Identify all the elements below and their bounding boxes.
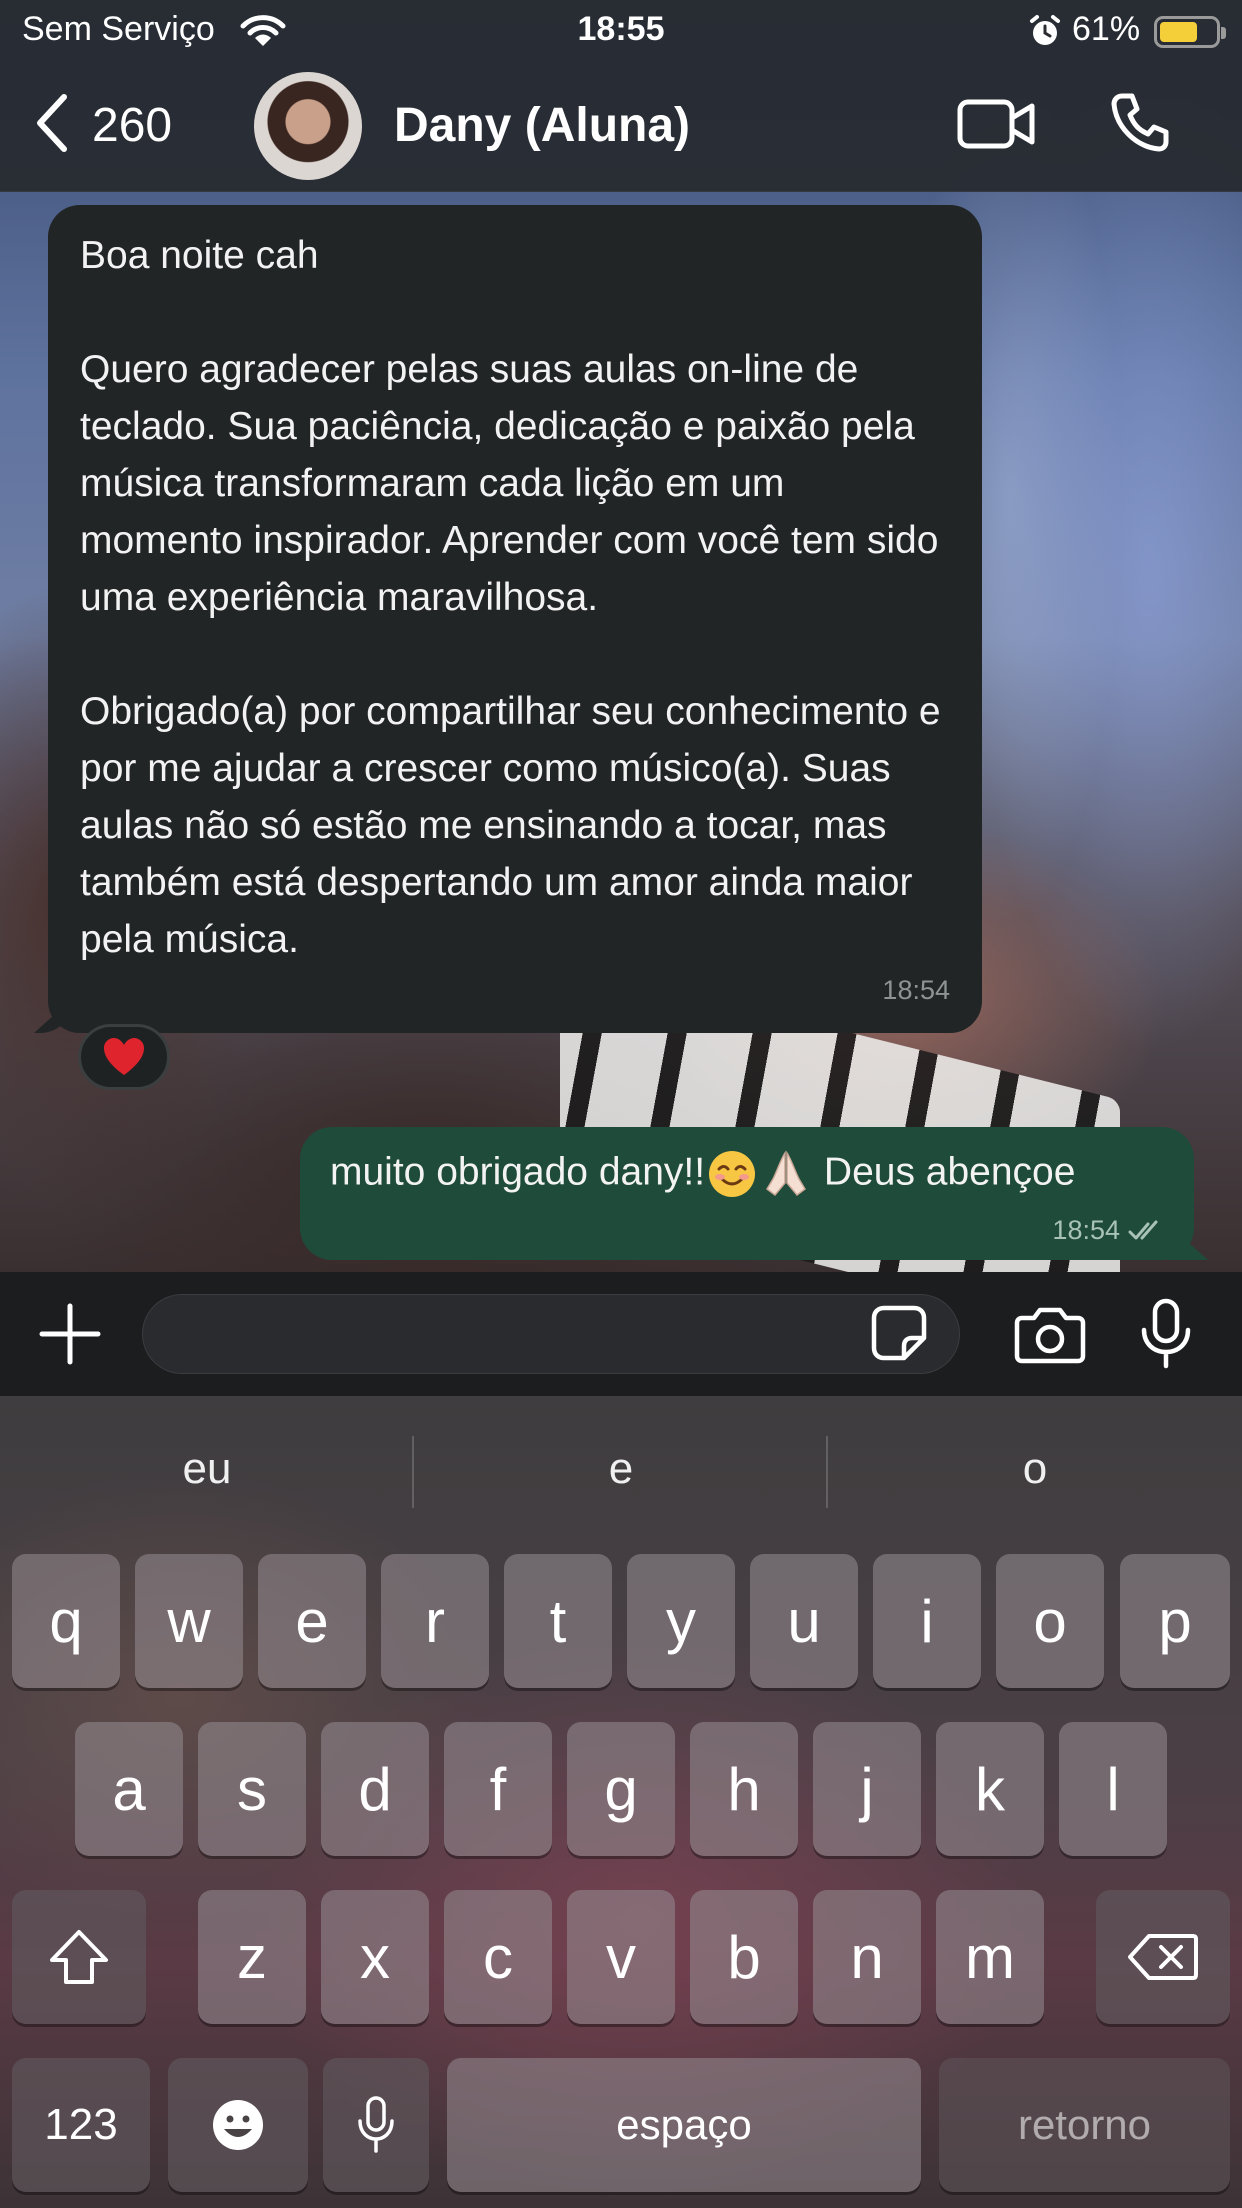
shift-icon [50, 1930, 108, 1984]
key-i[interactable]: i [873, 1554, 981, 1688]
voice-call-button[interactable] [1108, 90, 1172, 159]
key-k[interactable]: k [936, 1722, 1044, 1856]
message-text: muito obrigado dany!! [330, 1150, 706, 1194]
message-input-bar [0, 1272, 1242, 1396]
sticker-button[interactable] [870, 1304, 928, 1367]
message-paragraph: Boa noite cah [80, 234, 319, 277]
heart-reaction[interactable] [78, 1024, 170, 1090]
suggestion-item[interactable]: eu [0, 1444, 414, 1494]
back-button[interactable]: 260 [34, 90, 172, 160]
key-c[interactable]: c [444, 1890, 552, 2024]
emoji-key[interactable] [168, 2058, 308, 2192]
key-t[interactable]: t [504, 1554, 612, 1688]
key-m[interactable]: m [936, 1890, 1044, 2024]
dictation-key[interactable] [323, 2058, 429, 2192]
message-meta: 18:54 [1052, 1215, 1164, 1246]
alarm-icon [1028, 14, 1062, 53]
key-b[interactable]: b [690, 1890, 798, 2024]
key-u[interactable]: u [750, 1554, 858, 1688]
shift-key[interactable] [12, 1890, 146, 2024]
message-paragraph: Obrigado(a) por compartilhar seu conheci… [80, 690, 941, 961]
delete-key[interactable] [1096, 1890, 1230, 2024]
message-timestamp: 18:54 [1052, 1215, 1120, 1245]
read-check-icon [1128, 1220, 1158, 1239]
key-o[interactable]: o [996, 1554, 1104, 1688]
plus-icon [39, 1303, 101, 1365]
sticker-icon [871, 1305, 927, 1361]
suggestion-item[interactable]: e [414, 1444, 828, 1494]
keyboard: eu e o q w e r t y u i o p a s d f g h j… [0, 1396, 1242, 2208]
key-d[interactable]: d [321, 1722, 429, 1856]
message-input[interactable] [142, 1294, 960, 1374]
key-n[interactable]: n [813, 1890, 921, 2024]
message-paragraph: Quero agradecer pelas suas aulas on-line… [80, 348, 939, 619]
key-s[interactable]: s [198, 1722, 306, 1856]
key-g[interactable]: g [567, 1722, 675, 1856]
message-text: Deus abençoe [823, 1150, 1076, 1194]
key-v[interactable]: v [567, 1890, 675, 2024]
video-call-button[interactable] [956, 94, 1036, 159]
folded-hands-emoji [761, 1149, 811, 1199]
key-r[interactable]: r [381, 1554, 489, 1688]
emoji-icon [213, 2100, 263, 2150]
key-y[interactable]: y [627, 1554, 735, 1688]
key-l[interactable]: l [1059, 1722, 1167, 1856]
key-x[interactable]: x [321, 1890, 429, 2024]
microphone-icon [1141, 1298, 1191, 1369]
camera-icon [1014, 1307, 1086, 1364]
phone-icon [1111, 93, 1169, 152]
incoming-message-bubble[interactable]: Boa noite cah Quero agradecer pelas suas… [48, 205, 982, 1033]
status-bar: Sem Serviço 18:55 61% [0, 0, 1242, 62]
space-key[interactable]: espaço [447, 2058, 921, 2192]
key-h[interactable]: h [690, 1722, 798, 1856]
chevron-left-icon [34, 93, 70, 158]
key-z[interactable]: z [198, 1890, 306, 2024]
message-timestamp: 18:54 [882, 975, 950, 1005]
attach-button[interactable] [38, 1302, 102, 1371]
suggestion-item[interactable]: o [828, 1444, 1242, 1494]
key-e[interactable]: e [258, 1554, 366, 1688]
battery-percent: 61% [1072, 10, 1141, 48]
camera-button[interactable] [1014, 1304, 1086, 1369]
video-camera-icon [957, 99, 1035, 149]
contact-name[interactable]: Dany (Aluna) [394, 98, 690, 153]
suggestion-bar: eu e o [0, 1396, 1242, 1546]
outgoing-message-bubble[interactable]: muito obrigado dany!! Deus abençoe 18:54 [300, 1127, 1194, 1260]
voice-message-button[interactable] [1138, 1298, 1194, 1375]
avatar[interactable] [254, 72, 362, 180]
key-p[interactable]: p [1120, 1554, 1230, 1688]
heart-icon [104, 1038, 144, 1075]
backspace-icon [1128, 1934, 1198, 1980]
key-w[interactable]: w [135, 1554, 243, 1688]
key-f[interactable]: f [444, 1722, 552, 1856]
key-q[interactable]: q [12, 1554, 120, 1688]
chat-header: 260 Dany (Aluna) [0, 62, 1242, 192]
key-j[interactable]: j [813, 1722, 921, 1856]
numbers-key[interactable]: 123 [12, 2058, 150, 2192]
unread-count: 260 [92, 98, 173, 152]
return-key[interactable]: retorno [939, 2058, 1230, 2192]
key-a[interactable]: a [75, 1722, 183, 1856]
dictation-icon [358, 2096, 394, 2153]
battery-icon [1154, 16, 1226, 48]
smiling-face-emoji [707, 1149, 757, 1199]
